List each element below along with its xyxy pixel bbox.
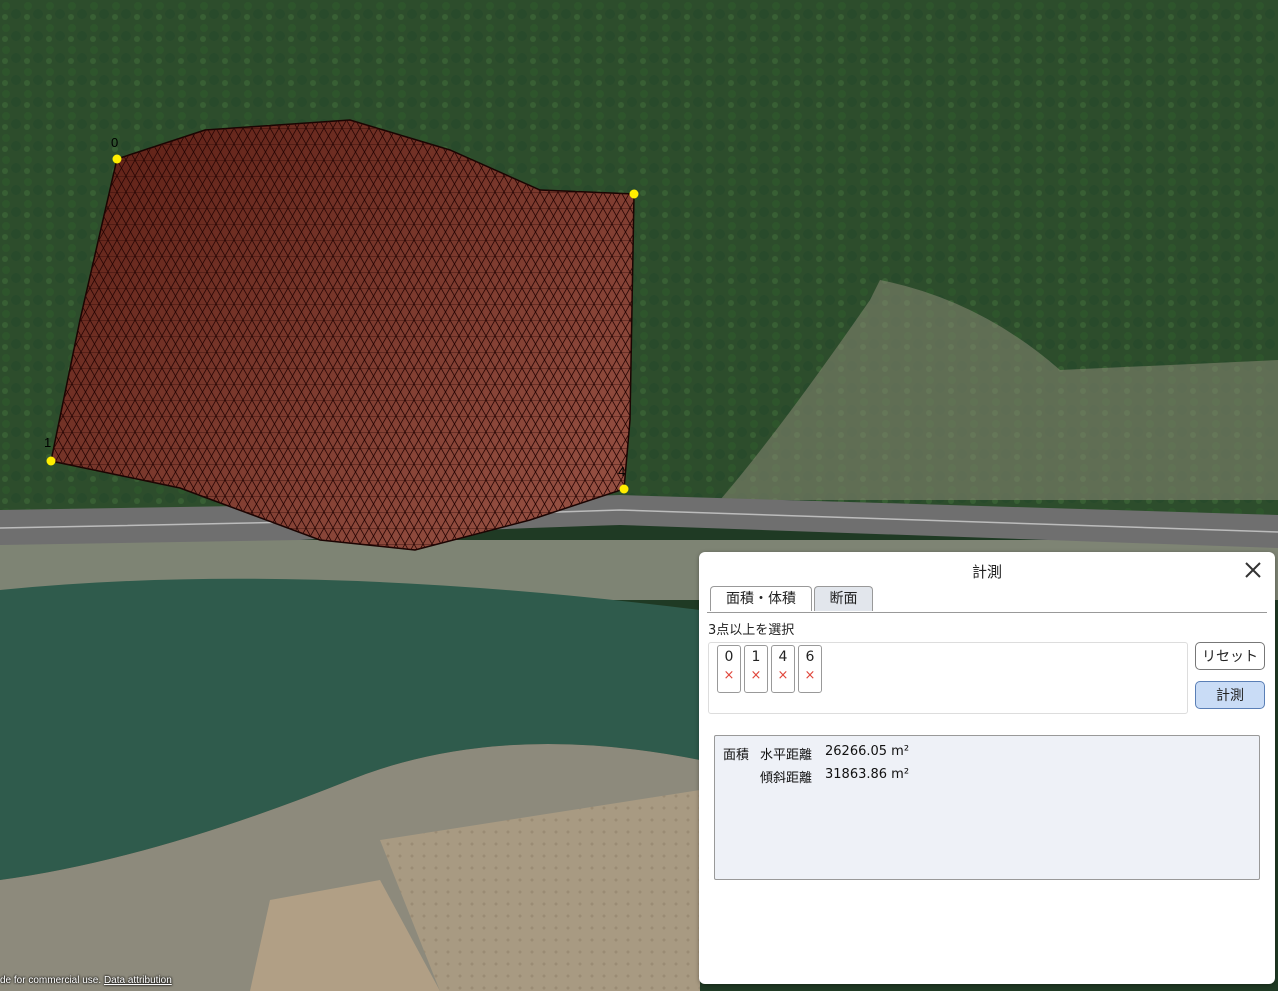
point-chip: 1 × — [744, 645, 768, 693]
selected-points-list: 0 × 1 × 4 × 6 × — [708, 642, 1188, 714]
point-chip: 4 × — [771, 645, 795, 693]
tab-cross-section[interactable]: 断面 — [814, 586, 873, 611]
tab-area-volume[interactable]: 面積・体積 — [710, 586, 812, 611]
instruction-text: 3点以上を選択 — [708, 623, 795, 638]
measure-button[interactable]: 計測 — [1195, 681, 1265, 709]
close-icon[interactable] — [1241, 558, 1265, 582]
horizontal-area-value: 26266.05 m² — [825, 744, 910, 759]
vertex-6-marker[interactable] — [629, 189, 639, 199]
vertex-label-1: 1 — [44, 435, 52, 450]
remove-point-icon[interactable]: × — [799, 668, 821, 683]
measurement-panel: 計測 面積・体積 断面 3点以上を選択 0 × 1 × 4 × 6 × リセット… — [699, 552, 1275, 984]
vertex-1-marker[interactable] — [46, 456, 56, 466]
panel-title: 計測 — [971, 563, 1002, 581]
tab-divider — [707, 612, 1267, 613]
slope-area-value: 31863.86 m² — [825, 767, 910, 782]
vertex-label-0: 0 — [111, 135, 119, 150]
result-box: 面積 水平距離 26266.05 m² 傾斜距離 31863.86 m² — [714, 735, 1260, 880]
slope-distance-label: 傾斜距離 — [760, 771, 813, 786]
remove-point-icon[interactable]: × — [745, 668, 767, 683]
vertex-label-4: 4 — [618, 464, 626, 479]
reset-button[interactable]: リセット — [1195, 642, 1265, 670]
remove-point-icon[interactable]: × — [718, 668, 740, 683]
point-label: 6 — [805, 649, 815, 665]
remove-point-icon[interactable]: × — [772, 668, 794, 683]
point-chip: 0 × — [717, 645, 741, 693]
result-heading: 面積 — [723, 748, 750, 763]
horizontal-distance-label: 水平距離 — [760, 748, 813, 763]
point-label: 4 — [778, 649, 788, 665]
map-attribution: de for commercial use. Data attribution — [0, 975, 172, 986]
point-chip: 6 × — [798, 645, 822, 693]
point-label: 0 — [724, 649, 734, 665]
vertex-0-marker[interactable] — [112, 154, 122, 164]
attribution-text: de for commercial use. — [0, 975, 102, 986]
data-attribution-link[interactable]: Data attribution — [104, 975, 172, 986]
vertex-4-marker[interactable] — [619, 484, 629, 494]
point-label: 1 — [751, 649, 761, 665]
